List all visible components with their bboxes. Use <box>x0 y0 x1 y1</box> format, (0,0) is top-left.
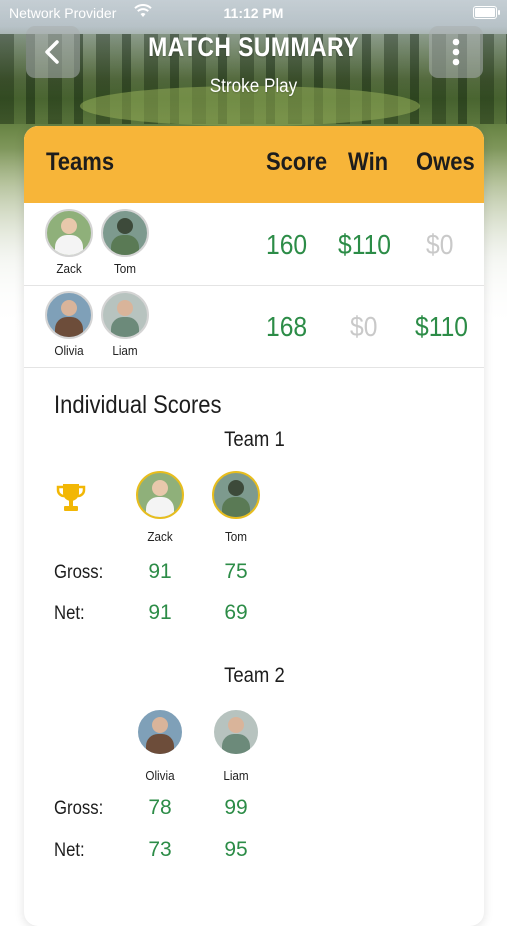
net-score: 95 <box>224 838 248 861</box>
status-bar: Network Provider 11:12 PM <box>0 0 507 28</box>
player-name: Tom <box>224 529 248 544</box>
avatar <box>45 291 93 339</box>
player-name: Olivia <box>54 343 84 358</box>
team-1-label: Team 1 <box>24 428 484 452</box>
column-score: Score <box>266 148 328 176</box>
net-label: Net: <box>54 840 85 861</box>
avatar <box>212 708 260 756</box>
player-name: Liam <box>112 343 138 358</box>
avatar <box>101 291 149 339</box>
gross-label: Gross: <box>54 562 104 583</box>
status-time: 11:12 PM <box>223 5 284 21</box>
avatar <box>136 708 184 756</box>
gross-score: 78 <box>148 796 172 819</box>
player-chip[interactable]: Liam <box>99 291 151 358</box>
column-teams: Teams <box>46 148 115 176</box>
player-chip[interactable]: Tom <box>210 471 262 544</box>
gross-score: 75 <box>224 560 248 583</box>
player-chip[interactable]: Olivia <box>134 708 186 783</box>
net-score: 73 <box>148 838 172 861</box>
player-name: Zack <box>56 261 82 276</box>
avatar <box>136 471 184 519</box>
team-win: $110 <box>338 229 391 260</box>
gross-score: 99 <box>224 796 248 819</box>
team-owes: $0 <box>426 229 454 260</box>
team-name: Team 1 <box>223 428 285 451</box>
column-win: Win <box>348 148 389 176</box>
team-row[interactable]: Olivia Liam 168 $0 $110 <box>24 285 484 368</box>
column-owes: Owes <box>416 148 475 176</box>
team-score: 160 <box>266 229 308 260</box>
player-chip[interactable]: Tom <box>99 209 151 276</box>
avatar <box>45 209 93 257</box>
net-score: 91 <box>148 601 172 624</box>
team-name: Team 2 <box>223 664 285 687</box>
net-label: Net: <box>54 603 85 624</box>
match-summary-card: Teams Score Win Owes Zack Tom 160 $110 $… <box>24 126 484 926</box>
page-subtitle: Stroke Play <box>209 76 298 97</box>
player-name: Liam <box>223 768 249 783</box>
table-header: Teams Score Win Owes <box>24 126 484 203</box>
player-name: Tom <box>113 261 137 276</box>
gross-label: Gross: <box>54 798 104 819</box>
trophy-icon <box>56 484 86 511</box>
player-name: Olivia <box>145 768 175 783</box>
player-chip[interactable]: Zack <box>43 209 95 276</box>
battery-icon <box>473 6 500 19</box>
player-chip[interactable]: Liam <box>210 708 262 783</box>
player-chip[interactable]: Olivia <box>43 291 95 358</box>
avatar <box>101 209 149 257</box>
team-score: 168 <box>266 311 308 342</box>
player-name: Zack <box>147 529 173 544</box>
page-title: MATCH SUMMARY <box>148 32 359 62</box>
more-options-button[interactable] <box>429 26 483 78</box>
individual-scores-title: Individual Scores <box>54 391 222 419</box>
vertical-ellipsis-icon <box>452 38 460 66</box>
team-2-label: Team 2 <box>24 664 484 688</box>
team-owes: $110 <box>415 311 468 342</box>
net-score: 69 <box>224 601 248 624</box>
avatar <box>212 471 260 519</box>
team-row[interactable]: Zack Tom 160 $110 $0 <box>24 203 484 286</box>
team-win: $0 <box>350 311 378 342</box>
gross-score: 91 <box>148 560 172 583</box>
player-chip[interactable]: Zack <box>134 471 186 544</box>
